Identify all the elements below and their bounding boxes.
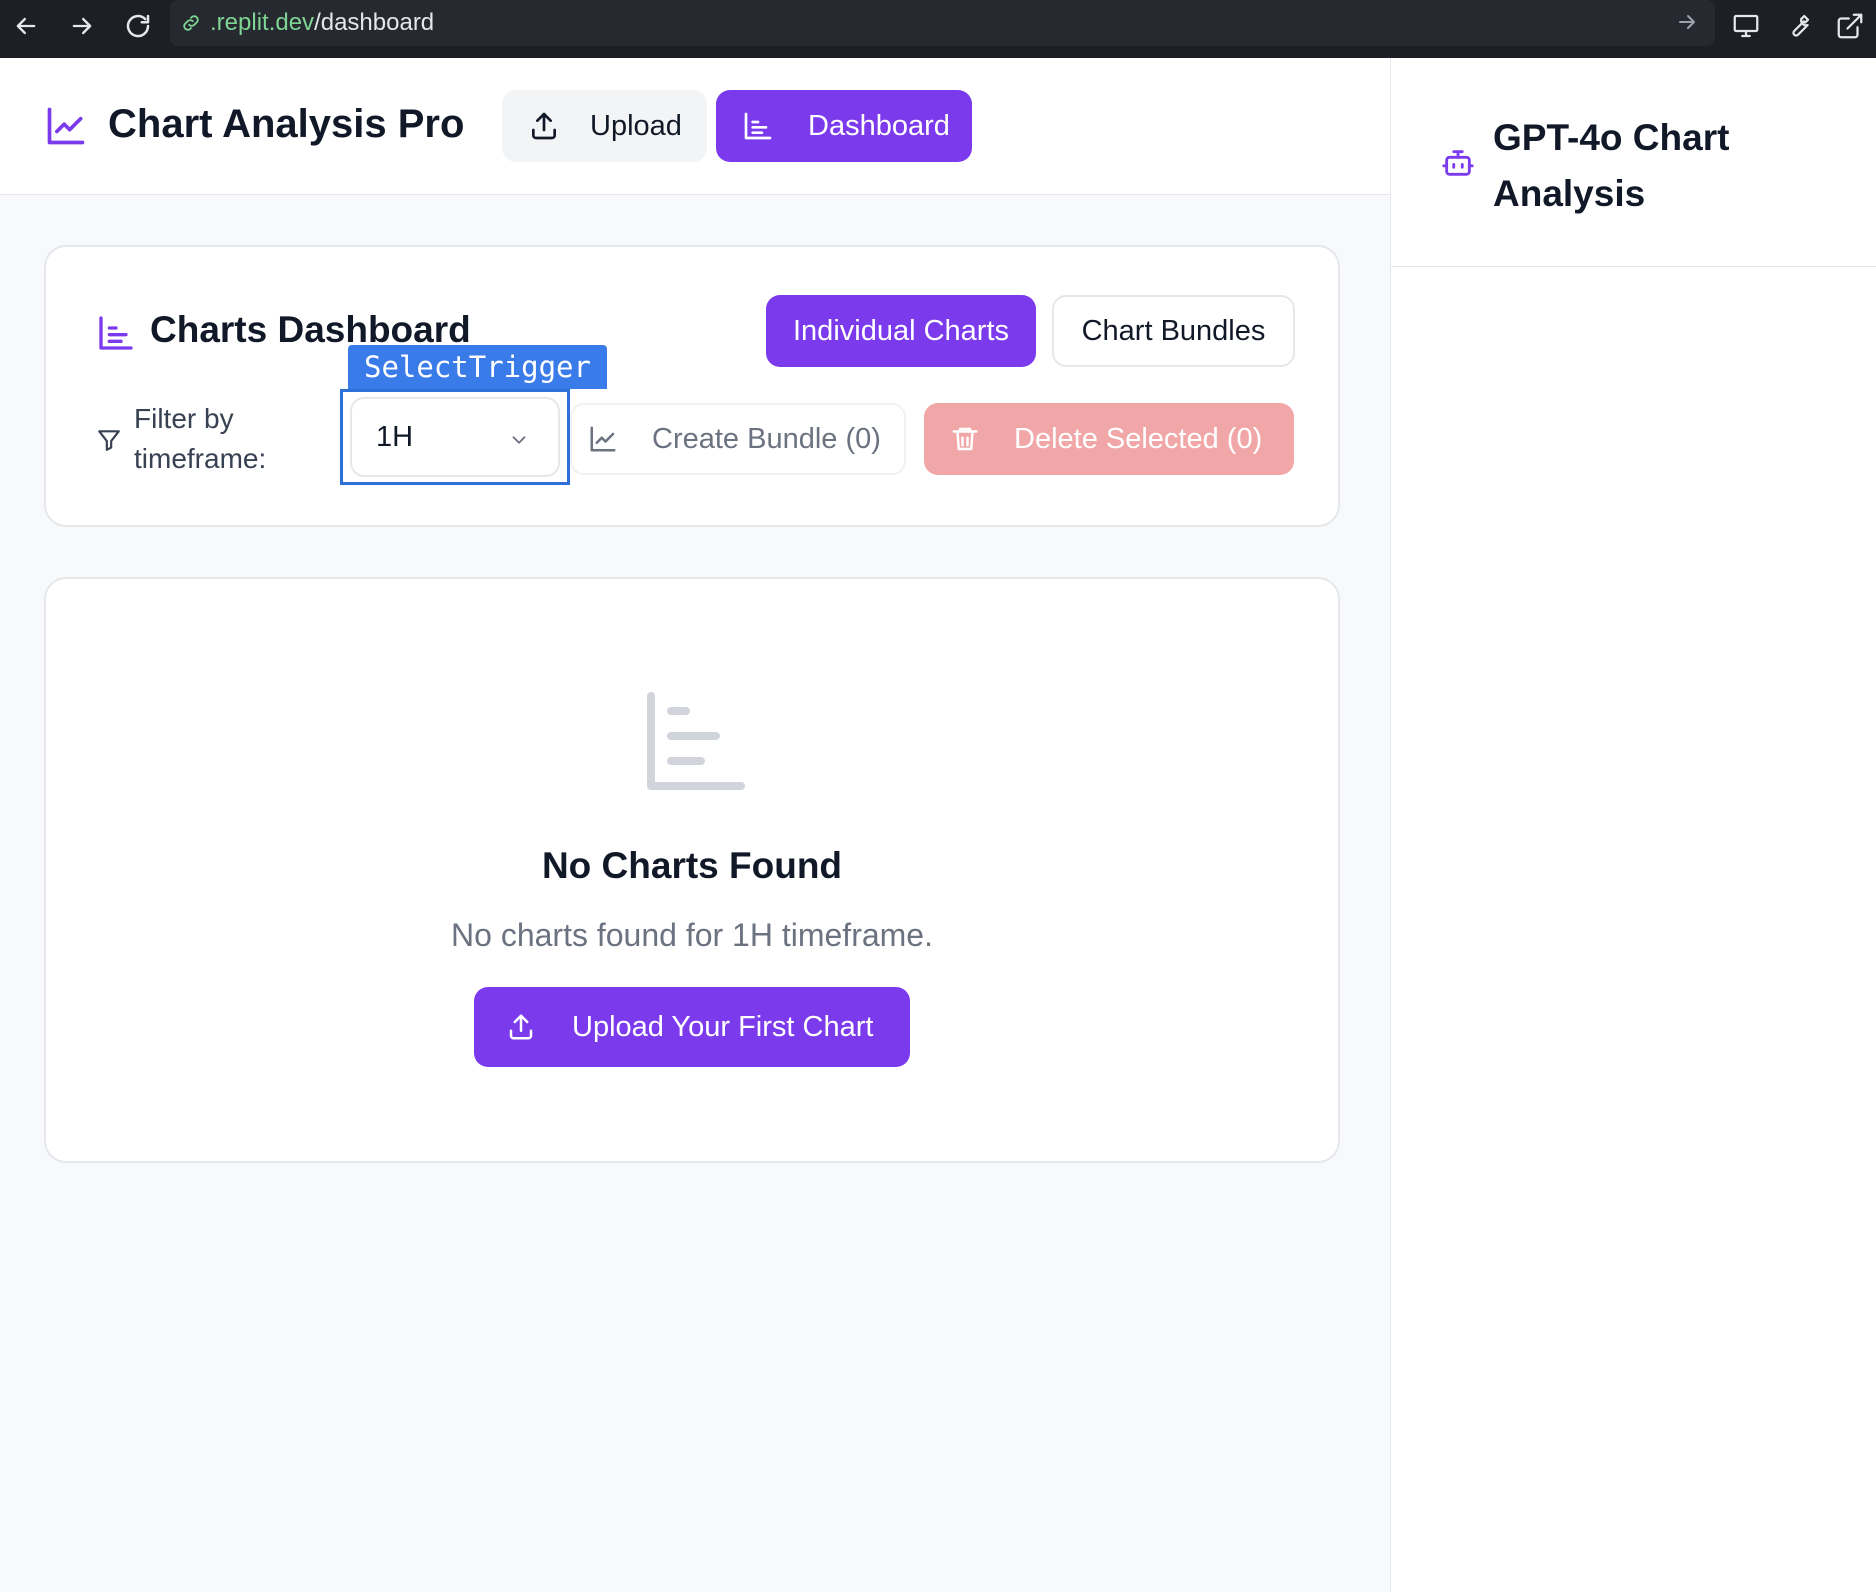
delete-selected-button[interactable]: Delete Selected (0)	[924, 403, 1294, 475]
nav-dashboard-label: Dashboard	[808, 109, 950, 142]
back-button[interactable]	[6, 6, 46, 46]
delete-selected-label: Delete Selected (0)	[1014, 422, 1263, 455]
empty-state-message: No charts found for 1H timeframe.	[451, 917, 933, 953]
empty-state-card: No Charts Found No charts found for 1H t…	[44, 577, 1340, 1163]
filter-icon	[96, 427, 122, 453]
reload-button[interactable]	[118, 6, 158, 46]
nav-upload-label: Upload	[590, 109, 682, 142]
empty-state-title: No Charts Found	[541, 845, 843, 886]
analysis-panel: GPT-4o Chart Analysis	[1390, 58, 1876, 1592]
bar-chart-icon	[96, 313, 136, 353]
timeframe-select[interactable]: 1H	[350, 397, 560, 477]
robot-icon	[1441, 146, 1475, 180]
upload-icon	[528, 110, 560, 142]
timeframe-select-value: 1H	[376, 420, 414, 453]
nav-dashboard-button[interactable]: Dashboard	[716, 90, 972, 162]
bar-chart-icon	[742, 110, 774, 142]
line-chart-icon	[47, 107, 85, 145]
url-host: .replit.dev	[210, 9, 315, 36]
monitor-icon	[1733, 14, 1759, 38]
reload-icon	[126, 14, 150, 38]
app-header: Chart Analysis Pro Upload Dashboard	[0, 58, 1390, 195]
bar-chart-icon	[636, 681, 756, 801]
charts-dashboard-card: Charts Dashboard Individual Charts Chart…	[44, 245, 1340, 527]
open-new-tab-button[interactable]	[1830, 6, 1870, 46]
external-link-icon	[1837, 13, 1863, 39]
devtools-button[interactable]	[1778, 6, 1818, 46]
wrench-icon	[1792, 14, 1810, 37]
create-bundle-label: Create Bundle (0)	[652, 422, 881, 455]
nav-upload-button[interactable]: Upload	[502, 90, 707, 162]
devices-button[interactable]	[1726, 6, 1766, 46]
trash-icon	[950, 424, 980, 454]
url-text: .replit.dev/dashboard	[210, 9, 434, 37]
chevron-down-icon	[508, 429, 530, 451]
forward-button[interactable]	[62, 6, 102, 46]
create-bundle-button[interactable]: Create Bundle (0)	[570, 403, 906, 475]
analysis-panel-header: GPT-4o Chart Analysis	[1391, 58, 1876, 267]
arrow-right-icon	[72, 17, 92, 35]
tab-individual-charts[interactable]: Individual Charts	[766, 295, 1036, 367]
go-button[interactable]	[1675, 10, 1699, 34]
app-logo	[44, 104, 88, 148]
upload-first-chart-button[interactable]: Upload Your First Chart	[474, 987, 910, 1067]
address-bar[interactable]: .replit.dev/dashboard	[170, 0, 1715, 46]
tab-chart-bundles[interactable]: Chart Bundles	[1052, 295, 1295, 367]
arrow-left-icon	[16, 17, 36, 35]
analysis-panel-title: GPT-4o Chart Analysis	[1493, 117, 1730, 214]
link-icon	[183, 15, 199, 31]
upload-icon	[506, 1012, 536, 1042]
arrow-right-icon	[1679, 15, 1695, 29]
select-trigger-annotation: SelectTrigger	[348, 345, 607, 389]
app-title: Chart Analysis Pro	[108, 102, 465, 146]
url-path: /dashboard	[314, 9, 435, 36]
line-chart-icon	[588, 424, 618, 454]
filter-label: Filter by timeframe:	[134, 403, 267, 474]
browser-toolbar: .replit.dev/dashboard	[0, 0, 1876, 58]
upload-first-chart-label: Upload Your First Chart	[572, 1010, 874, 1043]
